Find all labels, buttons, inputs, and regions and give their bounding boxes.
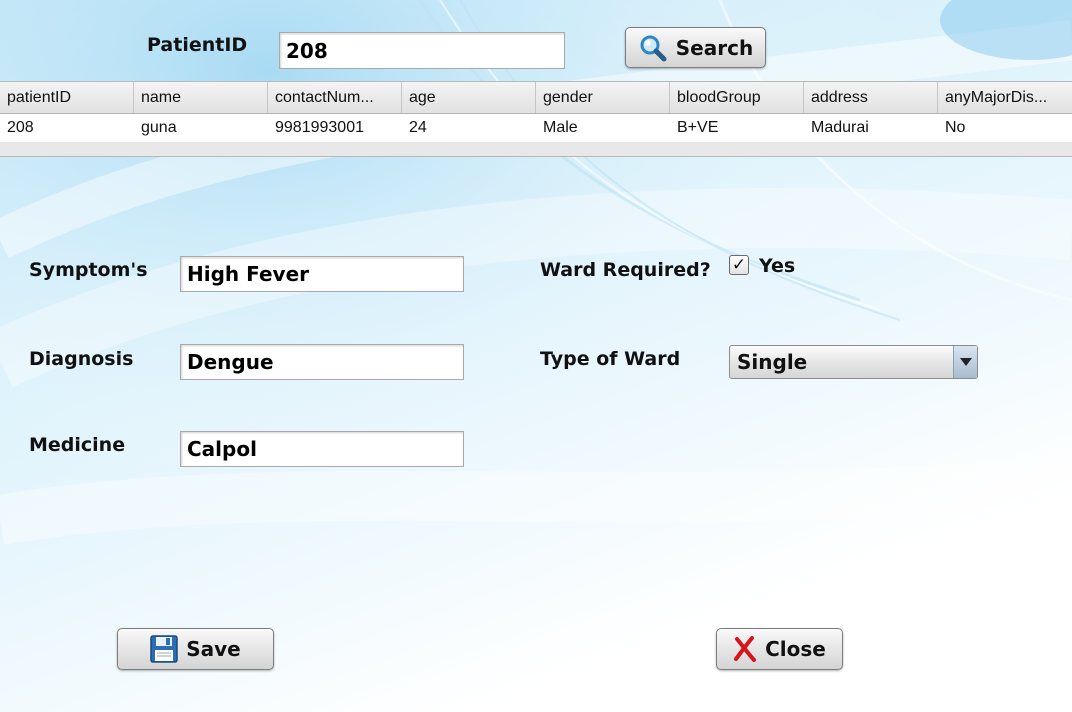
patient-table: patientID name contactNum... age gender … [0, 81, 1072, 157]
column-header-patientid[interactable]: patientID [0, 82, 134, 113]
column-header-age[interactable]: age [402, 82, 536, 113]
column-header-address[interactable]: address [804, 82, 938, 113]
ward-required-option-label[interactable]: Yes [759, 255, 795, 277]
ward-required-checkbox[interactable]: ✓ [729, 255, 749, 275]
column-header-name[interactable]: name [134, 82, 268, 113]
table-cell: B+VE [677, 119, 719, 136]
close-button[interactable]: Close [716, 628, 843, 670]
search-button-label: Search [675, 35, 754, 60]
table-cell: 208 [7, 119, 34, 136]
diagnosis-label: Diagnosis [29, 348, 134, 370]
patient-id-label: PatientID [147, 34, 248, 56]
table-cell: 9981993001 [275, 119, 364, 136]
save-button[interactable]: Save [117, 628, 274, 670]
table-header: patientID name contactNum... age gender … [0, 82, 1072, 114]
magnifier-icon [638, 33, 668, 63]
search-button[interactable]: Search [625, 27, 766, 68]
table-cell: Madurai [811, 119, 869, 136]
floppy-disk-icon [150, 635, 178, 663]
column-header-contact[interactable]: contactNum... [268, 82, 402, 113]
table-cell: guna [141, 119, 177, 136]
close-button-label: Close [765, 637, 826, 661]
ward-required-label: Ward Required? [540, 259, 711, 281]
medicine-label: Medicine [29, 434, 126, 456]
symptoms-label: Symptom's [29, 259, 148, 281]
chevron-down-icon[interactable] [953, 346, 977, 378]
patient-id-input[interactable] [279, 32, 565, 69]
ward-type-label: Type of Ward [540, 348, 681, 370]
column-header-gender[interactable]: gender [536, 82, 670, 113]
red-x-icon [733, 636, 757, 662]
checkmark-icon: ✓ [731, 255, 747, 275]
symptoms-input[interactable] [180, 256, 464, 292]
diagnosis-input[interactable] [180, 344, 464, 380]
table-cell: Male [543, 119, 578, 136]
table-row[interactable]: 208 guna 9981993001 24 Male B+VE Madurai… [0, 114, 1072, 142]
table-cell: 24 [409, 119, 427, 136]
medicine-input[interactable] [180, 431, 464, 467]
table-cell: No [945, 119, 966, 136]
column-header-major-disease[interactable]: anyMajorDis... [938, 82, 1072, 113]
ward-type-select[interactable]: Single [729, 345, 978, 379]
ward-type-value: Single [737, 350, 808, 374]
column-header-bloodgroup[interactable]: bloodGroup [670, 82, 804, 113]
save-button-label: Save [186, 637, 241, 661]
